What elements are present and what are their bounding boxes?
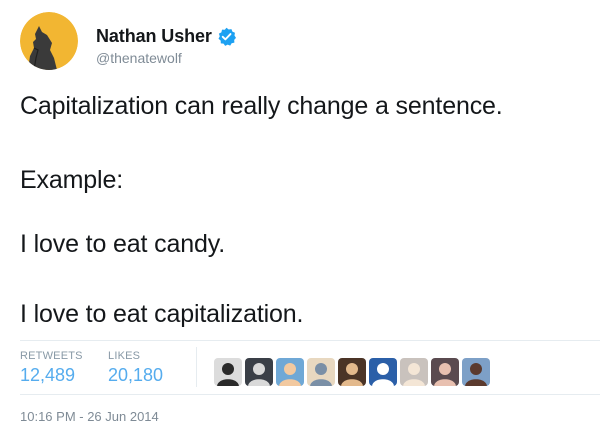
liker-avatar-9[interactable] xyxy=(462,358,490,386)
person-photo-icon xyxy=(369,358,397,386)
author-display-name: Nathan Usher xyxy=(96,25,212,46)
liker-avatar-7[interactable] xyxy=(400,358,428,386)
author-name-row[interactable]: Nathan Usher xyxy=(96,24,236,48)
person-photo-icon xyxy=(431,358,459,386)
tweet-text-line-2: Example: xyxy=(20,166,124,194)
stats-separator xyxy=(196,347,197,387)
person-photo-icon xyxy=(214,358,242,386)
likes-count: 20,180 xyxy=(108,365,164,385)
likes-stat[interactable]: LIKES 20,180 xyxy=(108,350,163,386)
person-photo-icon xyxy=(276,358,304,386)
likes-label: LIKES xyxy=(108,350,141,362)
person-photo-icon xyxy=(307,358,335,386)
person-photo-icon xyxy=(338,358,366,386)
liker-avatar-6[interactable] xyxy=(369,358,397,386)
verified-badge-icon xyxy=(218,27,236,46)
tweet-timestamp[interactable]: 10:16 PM - 26 Jun 2014 xyxy=(20,409,159,424)
retweets-stat[interactable]: RETWEETS 12,489 xyxy=(20,350,83,386)
retweets-count: 12,489 xyxy=(20,365,76,385)
author-avatar[interactable] xyxy=(20,12,78,70)
liker-avatars xyxy=(214,358,493,386)
retweets-label: RETWEETS xyxy=(20,350,83,362)
person-photo-icon xyxy=(462,358,490,386)
liker-avatar-8[interactable] xyxy=(431,358,459,386)
liker-avatar-2[interactable] xyxy=(245,358,273,386)
wolf-howling-moon-icon xyxy=(20,12,78,70)
liker-avatar-1[interactable] xyxy=(214,358,242,386)
person-photo-icon xyxy=(245,358,273,386)
liker-avatar-5[interactable] xyxy=(338,358,366,386)
tweet-text-line-1: Capitalization can really change a sente… xyxy=(20,92,503,120)
tweet-text-line-3: I love to eat candy. xyxy=(20,230,225,258)
stats-divider-top xyxy=(20,340,600,341)
liker-avatar-4[interactable] xyxy=(307,358,335,386)
liker-avatar-3[interactable] xyxy=(276,358,304,386)
stats-divider-bottom xyxy=(20,394,600,395)
author-handle[interactable]: @thenatewolf xyxy=(96,50,182,66)
tweet-text-line-4: I love to eat capitalization. xyxy=(20,300,304,328)
person-photo-icon xyxy=(400,358,428,386)
